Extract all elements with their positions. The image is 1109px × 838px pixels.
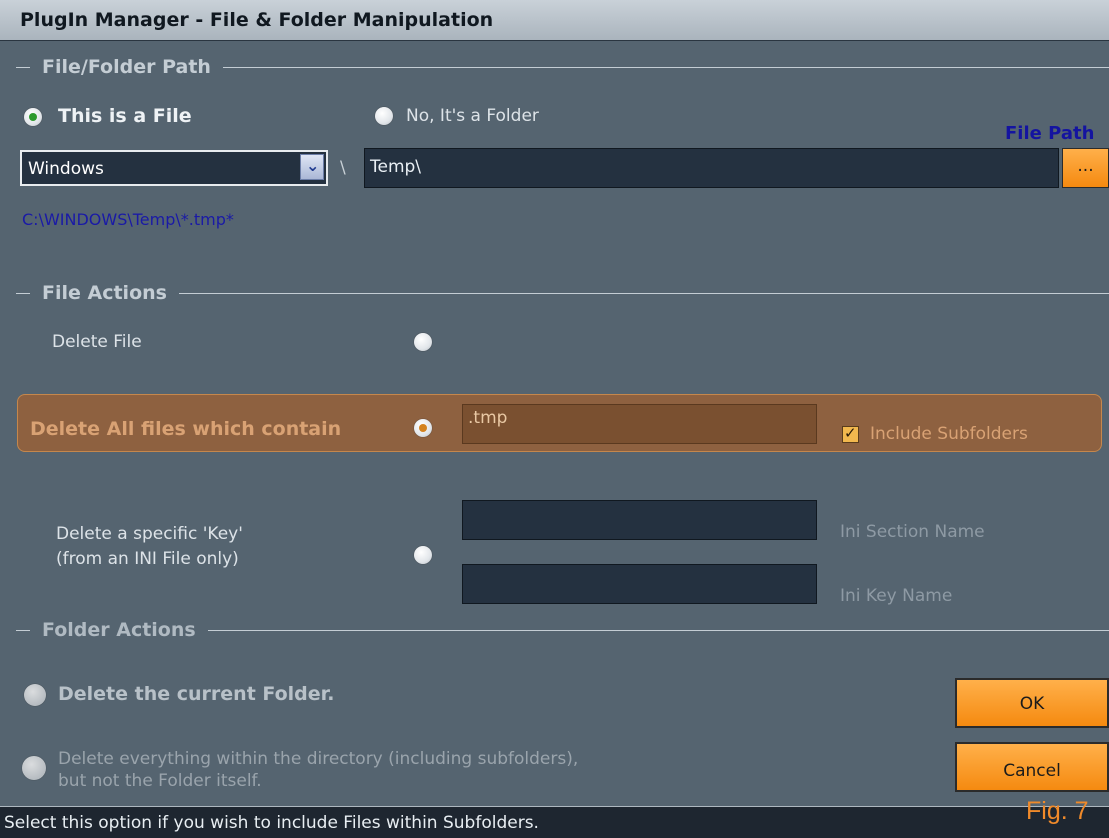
title-bar: PlugIn Manager - File & Folder Manipulat… [0,0,1109,41]
radio-delete-contents[interactable] [22,756,46,780]
folder-actions-title: Folder Actions [42,619,196,641]
radio-delete-key[interactable] [414,546,432,564]
combo-dropdown-button[interactable]: ⌄ [300,154,324,180]
delete-all-label: Delete All files which contain [30,418,342,440]
group-dash [16,629,30,631]
path-group-header: File/Folder Path [16,56,1109,78]
ini-section-label: Ini Section Name [840,522,985,542]
ini-section-input[interactable] [462,500,817,540]
radio-delete-folder[interactable] [24,684,46,706]
drive-combo[interactable]: Windows ⌄ [20,150,328,186]
figure-label: Fig. 7 [1026,797,1089,825]
status-text: Select this option if you wish to includ… [4,813,539,833]
ok-button[interactable]: OK [955,678,1109,728]
include-subfolders-checkbox[interactable]: ✓ [842,424,859,443]
delete-contents-label-2[interactable]: but not the Folder itself. [58,771,262,791]
group-dash [16,66,30,68]
delete-folder-label[interactable]: Delete the current Folder. [58,683,335,705]
radio-folder[interactable] [375,107,393,125]
group-rule [222,66,1109,68]
group-rule [207,629,1109,631]
path-input[interactable]: Temp\ [364,148,1059,188]
delete-file-label: Delete File [52,332,142,352]
include-subfolders-label[interactable]: Include Subfolders [870,424,1028,444]
ini-key-input[interactable] [462,564,817,604]
delete-all-input[interactable]: .tmp [462,404,817,444]
check-icon: ✓ [844,424,857,442]
path-separator: \ [340,158,346,178]
file-path-label: File Path [1005,123,1095,144]
browse-button[interactable]: ... [1062,148,1109,188]
group-rule [178,292,1109,294]
radio-delete-file[interactable] [414,333,432,351]
combo-value: Windows [28,159,104,179]
delete-key-label-1: Delete a specific 'Key' [56,524,243,544]
path-group-title: File/Folder Path [42,56,211,78]
resolved-path: C:\WINDOWS\Temp\*.tmp* [22,210,234,229]
file-actions-title: File Actions [42,282,167,304]
file-actions-header: File Actions [16,282,1109,304]
cancel-button[interactable]: Cancel [955,742,1109,792]
radio-folder-label[interactable]: No, It's a Folder [406,106,539,126]
delete-key-label-2: (from an INI File only) [56,549,239,569]
delete-contents-label-1[interactable]: Delete everything within the directory (… [58,749,578,769]
status-bar: Select this option if you wish to includ… [0,797,1109,838]
group-dash [16,292,30,294]
folder-actions-header: Folder Actions [16,619,1109,641]
radio-file-label[interactable]: This is a File [58,105,192,127]
window-title: PlugIn Manager - File & Folder Manipulat… [20,9,494,31]
radio-file[interactable] [24,108,42,126]
ini-key-label: Ini Key Name [840,586,953,606]
chevron-down-icon: ⌄ [306,156,320,175]
radio-delete-all[interactable] [414,419,432,437]
